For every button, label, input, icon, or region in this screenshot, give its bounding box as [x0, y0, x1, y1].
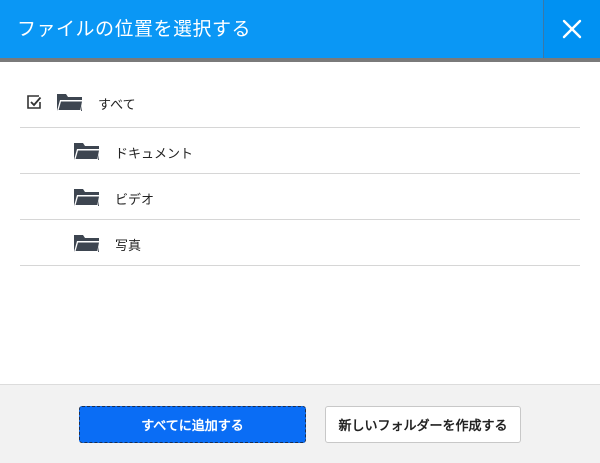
folder-label-documents: ドキュメント: [115, 147, 194, 162]
dialog-header: ファイルの位置を選択する: [0, 0, 600, 58]
folder-icon: [74, 143, 100, 160]
folder-row-photos[interactable]: 写真: [20, 220, 580, 266]
header-divider: [0, 58, 600, 62]
dialog-footer: すべてに追加する 新しいフォルダーを作成する: [0, 384, 600, 463]
folder-label-all: すべて: [98, 98, 136, 113]
folder-label-videos: ビデオ: [115, 193, 155, 208]
dialog-title: ファイルの位置を選択する: [17, 18, 252, 40]
folder-row-videos[interactable]: ビデオ: [20, 174, 580, 220]
create-new-folder-button[interactable]: 新しいフォルダーを作成する: [325, 406, 521, 443]
folder-icon: [74, 189, 100, 206]
checkbox-checked-icon[interactable]: [26, 94, 42, 110]
folder-icon: [74, 235, 100, 252]
close-button[interactable]: [543, 0, 600, 58]
add-to-all-button[interactable]: すべてに追加する: [79, 406, 306, 443]
close-icon: [562, 19, 582, 39]
select-file-location-dialog: ファイルの位置を選択する すべて ドキュメント ビデオ 写真 すべてに追加する …: [0, 0, 600, 463]
folder-row-all[interactable]: すべて: [20, 78, 580, 128]
folder-icon: [57, 94, 83, 111]
folder-row-documents[interactable]: ドキュメント: [20, 128, 580, 174]
folder-label-photos: 写真: [115, 239, 142, 254]
folder-list: すべて ドキュメント ビデオ 写真: [20, 78, 580, 266]
